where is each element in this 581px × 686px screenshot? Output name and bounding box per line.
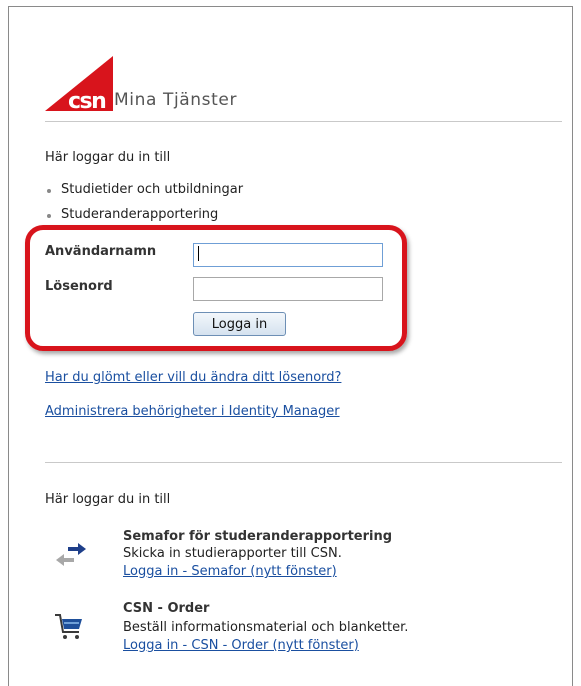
- bullet-item-studeranderapportering: Studeranderapportering: [61, 207, 219, 222]
- services-intro: Här loggar du in till: [45, 492, 171, 507]
- forgot-password-link[interactable]: Har du glömt eller vill du ändra ditt lö…: [45, 370, 341, 385]
- login-intro: Här loggar du in till: [45, 150, 171, 165]
- csn-logo-mark: csn: [45, 56, 113, 111]
- logo-mark-text: csn: [68, 89, 105, 111]
- service-desc-order: Beställ informationsmaterial och blanket…: [123, 620, 409, 635]
- app-title: Mina Tjänster: [114, 90, 238, 110]
- identity-manager-link[interactable]: Administrera behörigheter i Identity Man…: [45, 404, 340, 419]
- semafor-login-link[interactable]: Logga in - Semafor (nytt fönster): [123, 564, 337, 579]
- service-desc-semafor: Skicka in studierapporter till CSN.: [123, 546, 342, 561]
- highlight-annotation: [25, 225, 407, 351]
- service-title-order: CSN - Order: [123, 601, 210, 616]
- bullet-dot: [47, 214, 51, 218]
- order-login-link[interactable]: Logga in - CSN - Order (nytt fönster): [123, 638, 359, 653]
- divider-bottom: [45, 462, 562, 463]
- shopping-cart-icon: [55, 614, 82, 639]
- service-title-semafor: Semafor för studeranderapportering: [123, 529, 393, 544]
- arrows-exchange-icon: [56, 543, 86, 566]
- divider-top: [45, 121, 562, 122]
- bullet-dot: [47, 189, 51, 193]
- bullet-item-studietider: Studietider och utbildningar: [61, 182, 244, 197]
